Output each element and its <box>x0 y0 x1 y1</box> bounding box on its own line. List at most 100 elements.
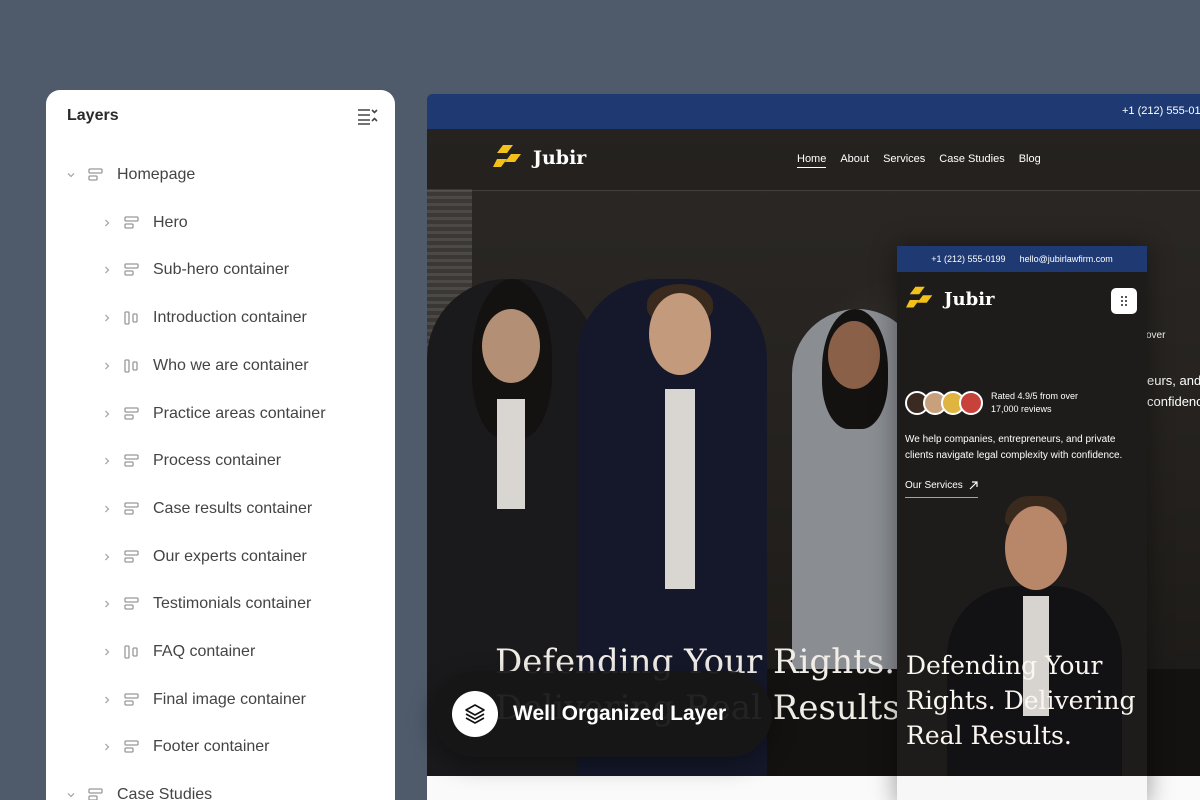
chevron-right-icon[interactable] <box>101 455 113 467</box>
frame-rows-icon <box>124 597 140 611</box>
mobile-preview: +1 (212) 555-0199 hello@jubirlawfirm.com… <box>897 246 1147 800</box>
menu-dots-icon <box>1121 296 1127 306</box>
layer-label: Case Studies <box>117 786 213 800</box>
frame-columns-icon <box>124 645 140 659</box>
jubir-logo-icon <box>906 286 933 308</box>
frame-rows-icon <box>124 454 140 468</box>
feature-badge: Well Organized Layer <box>432 671 772 757</box>
partial-text-3: confidenc <box>1147 394 1200 409</box>
our-services-label: Our Services <box>905 480 963 491</box>
layer-label: Testimonials container <box>153 595 312 613</box>
layer-label: Hero <box>153 213 188 231</box>
badge-icon-circle <box>452 691 498 737</box>
content-below-hero <box>427 776 897 800</box>
layer-row[interactable]: Our experts container <box>101 545 307 569</box>
nav-link-about[interactable]: About <box>840 153 869 168</box>
mobile-hero-title: Defending Your Rights. Delivering Real R… <box>906 651 1136 750</box>
frame-columns-icon <box>124 359 140 373</box>
topbar-phone[interactable]: +1 (212) 555-0199 <box>1122 105 1200 117</box>
content-below-hero-right <box>1147 776 1200 800</box>
layer-row[interactable]: Process container <box>101 449 281 473</box>
chevron-right-icon[interactable] <box>101 360 113 372</box>
chevron-right-icon[interactable] <box>101 217 113 229</box>
layers-header: Layers <box>46 90 395 142</box>
layer-label: Practice areas container <box>153 404 326 422</box>
nav-link-services[interactable]: Services <box>883 153 925 168</box>
layer-row[interactable]: Introduction container <box>101 306 307 330</box>
chevron-right-icon[interactable] <box>101 741 113 753</box>
chevron-right-icon[interactable] <box>101 551 113 563</box>
layer-row[interactable]: Case Studies <box>65 783 212 800</box>
our-services-link[interactable]: Our Services <box>905 480 978 498</box>
mobile-description: We help companies, entrepreneurs, and pr… <box>905 434 1123 461</box>
chevron-right-icon[interactable] <box>101 646 113 658</box>
layers-title: Layers <box>67 107 119 124</box>
frame-rows-icon <box>124 406 140 421</box>
site-navbar: Jubir Home About Services Case Studies Blog <box>427 129 1200 191</box>
chevron-down-icon[interactable] <box>65 169 77 181</box>
layer-row[interactable]: Who we are container <box>101 354 309 378</box>
chevron-right-icon[interactable] <box>101 598 113 610</box>
brand-logo[interactable]: Jubir <box>493 145 586 171</box>
mobile-content-below <box>897 776 1147 800</box>
layer-label: FAQ container <box>153 643 256 660</box>
chevron-right-icon[interactable] <box>101 312 113 324</box>
partial-text-2: eurs, and <box>1147 373 1200 388</box>
arrow-up-right-icon <box>969 481 978 490</box>
layers-panel: Layers Homepage Hero Sub-hero container Int… <box>46 90 395 800</box>
layer-row[interactable]: Testimonials container <box>101 592 311 616</box>
nav-link-case-studies[interactable]: Case Studies <box>939 153 1004 168</box>
frame-rows-icon <box>124 740 140 754</box>
layers-stack-icon <box>465 704 485 724</box>
frame-rows-icon <box>124 216 140 230</box>
jubir-logo-icon <box>493 145 521 167</box>
frame-rows-icon <box>88 788 104 800</box>
layer-label: Case results container <box>153 499 313 517</box>
mobile-brand-logo[interactable]: Jubir <box>906 286 995 312</box>
frame-rows-icon <box>124 502 140 516</box>
layer-label: Process container <box>153 452 282 470</box>
reviewer-avatars <box>905 391 983 415</box>
avatar <box>959 391 983 415</box>
chevron-right-icon[interactable] <box>101 503 113 515</box>
layer-row[interactable]: FAQ container <box>101 640 255 664</box>
rating-text: Rated 4.9/5 from over 17,000 reviews <box>991 391 1079 414</box>
chevron-right-icon[interactable] <box>101 694 113 706</box>
frame-rows-icon <box>124 693 140 707</box>
rating-block: Rated 4.9/5 from over 17,000 reviews <box>905 390 1101 416</box>
layer-row[interactable]: Final image container <box>101 688 306 712</box>
frame-rows-icon <box>88 168 104 182</box>
collapse-all-button[interactable] <box>355 103 381 129</box>
chevron-down-icon[interactable] <box>65 789 77 800</box>
main-nav: Home About Services Case Studies Blog <box>797 153 1055 168</box>
desktop-topbar: +1 (212) 555-0199 <box>427 94 1200 129</box>
mobile-brand-name: Jubir <box>944 288 995 310</box>
chevron-right-icon[interactable] <box>101 408 113 420</box>
layer-row[interactable]: Sub-hero container <box>101 258 289 282</box>
layer-label: Footer container <box>153 738 270 756</box>
mobile-header: Jubir <box>897 272 1147 328</box>
mobile-topbar: +1 (212) 555-0199 hello@jubirlawfirm.com <box>897 246 1147 272</box>
frame-rows-icon <box>124 263 140 277</box>
layer-label: Introduction container <box>153 309 307 327</box>
nav-link-blog[interactable]: Blog <box>1019 153 1041 168</box>
layer-row[interactable]: Hero <box>101 211 188 235</box>
mobile-phone[interactable]: +1 (212) 555-0199 <box>931 254 1005 264</box>
layer-label: Sub-hero container <box>153 261 290 279</box>
frame-rows-icon <box>124 549 140 564</box>
layer-row[interactable]: Practice areas container <box>101 402 326 426</box>
layer-label: Who we are container <box>153 356 309 374</box>
frame-columns-icon <box>124 311 140 325</box>
layer-label: Homepage <box>117 166 196 183</box>
mobile-email[interactable]: hello@jubirlawfirm.com <box>1020 254 1113 264</box>
layer-row[interactable]: Case results container <box>101 497 312 521</box>
collapse-list-icon <box>358 109 378 125</box>
layer-row[interactable]: Homepage <box>65 163 195 187</box>
layer-row[interactable]: Footer container <box>101 735 270 759</box>
chevron-right-icon[interactable] <box>101 264 113 276</box>
layer-label: Our experts container <box>153 547 307 565</box>
nav-link-home[interactable]: Home <box>797 153 827 168</box>
mobile-menu-button[interactable] <box>1111 288 1137 314</box>
layer-label: Final image container <box>153 690 306 708</box>
partial-text-1: over <box>1146 330 1166 341</box>
